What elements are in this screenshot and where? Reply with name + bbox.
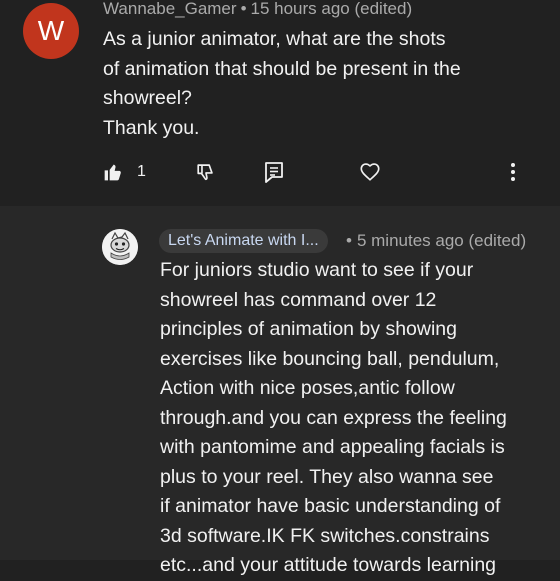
reply-author-chip[interactable]: Let's Animate with I... <box>159 229 328 253</box>
heart-button[interactable] <box>359 156 381 188</box>
reply-timestamp: 5 minutes ago (edited) <box>356 231 527 250</box>
comment-icon <box>264 161 284 183</box>
meta-separator: • <box>240 0 247 18</box>
author-name[interactable]: Wannabe_Gamer <box>103 0 237 18</box>
meta-separator: • <box>346 231 352 250</box>
reply-avatar[interactable] <box>102 229 138 265</box>
comment-timestamp: 15 hours ago (edited) <box>250 0 413 18</box>
dislike-button[interactable] <box>195 156 217 188</box>
comment-actions: 1 <box>0 156 560 188</box>
like-button[interactable]: 1 <box>103 156 146 188</box>
character-logo-icon <box>102 229 138 265</box>
more-options-button[interactable] <box>506 156 520 188</box>
top-comment: W Wannabe_Gamer • 15 hours ago (edited) As… <box>0 0 560 206</box>
reply-meta: • 5 minutes ago (edited) <box>346 229 526 253</box>
reply-text: For juniors studio want to see if your s… <box>160 259 507 576</box>
thumbs-down-icon <box>195 161 217 183</box>
thumbs-up-icon <box>103 162 123 182</box>
more-vert-icon <box>506 161 520 183</box>
comment-meta: Wannabe_Gamer • 15 hours ago (edited) <box>103 0 412 21</box>
reply-button[interactable] <box>264 156 284 188</box>
comment-text: As a junior animator, what are the shots… <box>103 28 461 139</box>
avatar[interactable]: W <box>23 3 79 59</box>
heart-icon <box>359 161 381 183</box>
like-count: 1 <box>137 163 146 180</box>
